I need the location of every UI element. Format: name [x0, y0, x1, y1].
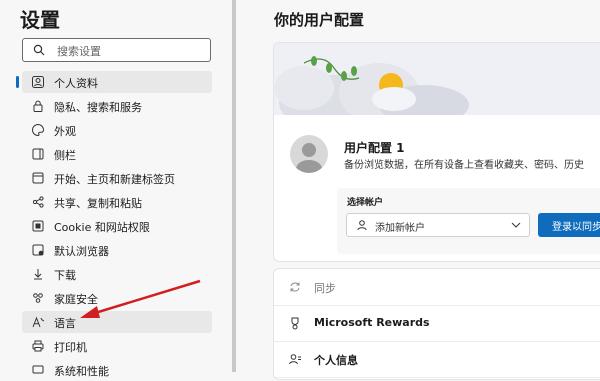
settings-title: 设置 [20, 8, 60, 32]
sign-in-sync-button[interactable]: 登录以同步 [538, 213, 600, 237]
sidebar-item-label: 系统和性能 [54, 365, 109, 378]
list-item-rewards[interactable]: Microsoft Rewards [274, 305, 600, 342]
sidebar-item-label: 共享、复制和粘贴 [54, 197, 142, 210]
search-input[interactable] [55, 41, 209, 61]
download-icon [34, 269, 42, 280]
list-item-label: 个人信息 [314, 354, 358, 367]
sidebar-item-label: 家庭安全 [54, 293, 98, 306]
sidebar-item-label: 隐私、搜索和服务 [54, 101, 142, 114]
sidebar-item-start-home[interactable]: 开始、主页和新建标签页 [22, 167, 212, 189]
page-title: 你的用户配置 [274, 11, 365, 29]
sidebar-item-label: Cookie 和网站权限 [54, 221, 150, 234]
sidebar-item-label: 侧栏 [54, 149, 76, 162]
sidebar-item-default-browser[interactable]: 默认浏览器 [22, 239, 212, 261]
share-icon [32, 196, 44, 208]
language-icon [32, 316, 45, 328]
sidebar-item-label: 打印机 [54, 341, 87, 354]
sync-icon [290, 282, 300, 292]
sidebar-item-label: 语言 [54, 317, 76, 330]
main-content: 你的用户配置 用户配置 1 备份浏览数据，在所有设备上查看收藏夹、密码、历史 选… [236, 0, 600, 380]
search-icon [33, 44, 45, 56]
sidebar-item-language[interactable]: 语言 [22, 311, 212, 333]
rewards-icon [291, 317, 299, 330]
printer-icon [32, 340, 44, 352]
sidebar-item-label: 开始、主页和新建标签页 [54, 173, 175, 186]
appearance-icon [32, 123, 44, 137]
search-box[interactable] [22, 38, 211, 62]
sidebar-item-profile[interactable]: 个人资料 [16, 71, 212, 93]
sidebar-item-appearance[interactable]: 外观 [22, 119, 212, 141]
family-icon [33, 293, 43, 303]
home-icon [32, 172, 44, 184]
profile-banner [274, 43, 600, 115]
sidebar-item-label: 默认浏览器 [54, 245, 109, 258]
avatar[interactable] [290, 135, 328, 173]
sidebar-item-printers[interactable]: 打印机 [22, 335, 212, 357]
list-item-label: Microsoft Rewards [314, 316, 430, 329]
sidebar-item-cookies[interactable]: Cookie 和网站权限 [22, 215, 212, 237]
account-label: 选择帐户 [347, 198, 384, 208]
browser-icon [32, 244, 44, 256]
sidebar-item-privacy[interactable]: 隐私、搜索和服务 [22, 95, 212, 117]
profile-settings-list: 同步 Microsoft Rewards 个人信息 [273, 268, 600, 380]
person-icon [357, 220, 367, 231]
account-select[interactable]: 添加新帐户 [346, 213, 530, 237]
sidebar-item-system[interactable]: 系统和性能 [22, 359, 212, 381]
profile-card: 用户配置 1 备份浏览数据，在所有设备上查看收藏夹、密码、历史 选择帐户 添加新… [273, 42, 600, 262]
list-item-sync[interactable]: 同步 [274, 269, 600, 306]
sidebar-item-family-safety[interactable]: 家庭安全 [22, 287, 212, 309]
sidebar-item-label: 个人资料 [54, 77, 98, 90]
sidebar-item-downloads[interactable]: 下载 [22, 263, 212, 285]
personal-info-icon [289, 354, 301, 365]
sidebar-item-label: 下载 [54, 269, 76, 282]
settings-sidebar: 设置 个人资料 隐私、搜索和服务 外观 侧栏 开始、主页和新建标签页 共享、复制… [0, 0, 228, 378]
cookie-icon [32, 220, 44, 232]
sidebar-icon [32, 148, 44, 160]
sidebar-item-label: 外观 [54, 125, 76, 138]
sidebar-item-share[interactable]: 共享、复制和粘贴 [22, 191, 212, 213]
list-item-personal-info[interactable]: 个人信息 [274, 341, 600, 378]
lock-icon [33, 100, 43, 112]
profile-name: 用户配置 1 [344, 141, 405, 155]
profile-description: 备份浏览数据，在所有设备上查看收藏夹、密码、历史 [344, 160, 584, 171]
account-select-value: 添加新帐户 [375, 223, 425, 234]
list-item-label: 同步 [314, 282, 336, 295]
chevron-down-icon [511, 222, 521, 228]
sidebar-item-sidebar[interactable]: 侧栏 [22, 143, 212, 165]
profile-icon [32, 76, 44, 88]
system-icon [32, 365, 44, 374]
